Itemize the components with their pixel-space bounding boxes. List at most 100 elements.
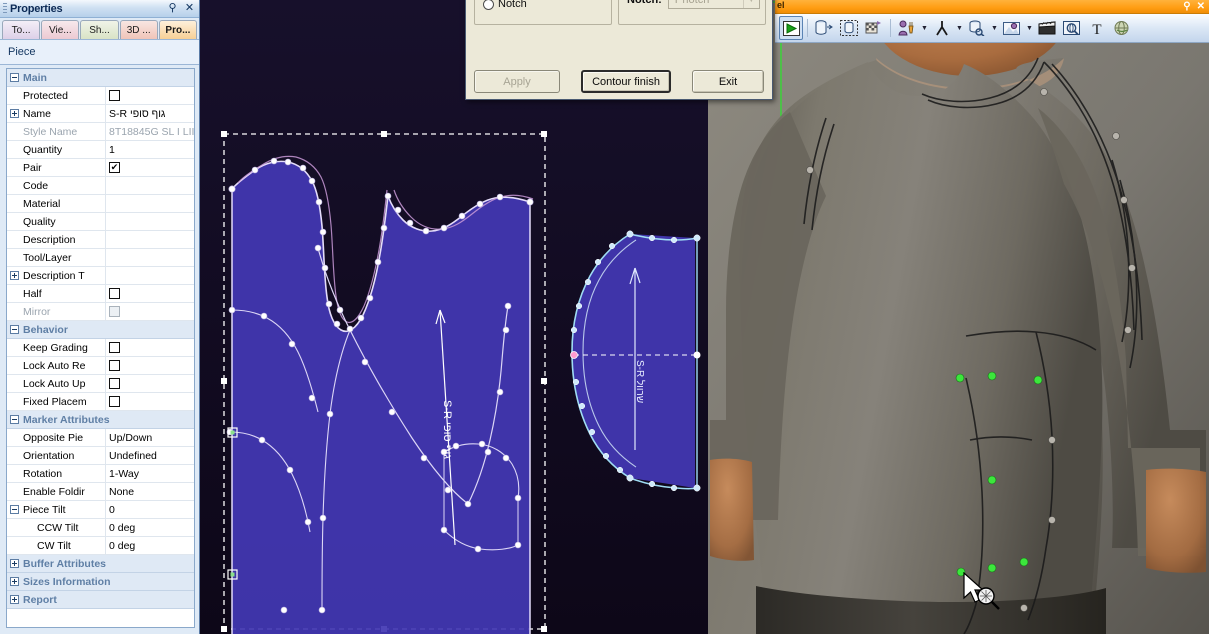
avatar-image-button[interactable]	[1000, 16, 1024, 40]
checkbox-unchecked-icon[interactable]	[109, 396, 120, 407]
checkbox-unchecked-icon[interactable]	[109, 90, 120, 101]
property-row[interactable]: Rotation 1-Way	[7, 465, 194, 483]
property-row[interactable]: Fixed Placem	[7, 393, 194, 411]
property-value[interactable]: Undefined	[106, 447, 194, 464]
property-value[interactable]: Up/Down	[106, 429, 194, 446]
property-group-header[interactable]: Buffer Attributes	[7, 555, 194, 573]
property-value[interactable]: 1-Way	[106, 465, 194, 482]
property-value[interactable]	[106, 375, 194, 392]
property-value[interactable]: None	[106, 483, 194, 500]
expander-toggle-icon[interactable]	[7, 321, 21, 338]
property-value[interactable]	[106, 285, 194, 302]
property-value[interactable]	[106, 195, 194, 212]
property-value[interactable]	[106, 87, 194, 104]
property-value[interactable]	[106, 267, 194, 284]
avatar-tools-button[interactable]	[895, 16, 919, 40]
place-piece-button[interactable]	[812, 16, 836, 40]
property-row[interactable]: Description	[7, 231, 194, 249]
property-value[interactable]: 0 deg	[106, 537, 194, 554]
property-value[interactable]: S-R גוף סופי	[106, 105, 194, 122]
apply-texture-button[interactable]	[862, 16, 886, 40]
checkbox-unchecked-icon[interactable]	[109, 378, 120, 389]
panel-tabstrip[interactable]: To... Vie... Sh... 3D ... Pro...	[0, 18, 199, 39]
property-row[interactable]: Enable Foldir None	[7, 483, 194, 501]
expander-toggle-icon[interactable]	[7, 411, 21, 428]
expander-toggle-icon[interactable]	[7, 69, 21, 86]
property-value[interactable]: ✔	[106, 159, 194, 176]
checkbox-unchecked-icon[interactable]	[109, 360, 120, 371]
property-row[interactable]: Pair ✔	[7, 159, 194, 177]
panel-tab-0[interactable]: To...	[2, 20, 41, 39]
checkbox-unchecked-icon[interactable]	[109, 342, 120, 353]
property-row[interactable]: CW Tilt 0 deg	[7, 537, 194, 555]
drape-settings-button[interactable]	[965, 16, 989, 40]
property-value[interactable]: 0 deg	[106, 519, 194, 536]
property-value[interactable]	[106, 249, 194, 266]
property-value[interactable]	[106, 303, 194, 320]
close-icon[interactable]: ✕	[183, 1, 196, 15]
property-row[interactable]: Opposite Pie Up/Down	[7, 429, 194, 447]
property-row[interactable]: Protected	[7, 87, 194, 105]
animation-button[interactable]	[1035, 16, 1059, 40]
property-value[interactable]	[106, 357, 194, 374]
panel-tab-1[interactable]: Vie...	[41, 20, 80, 39]
property-row[interactable]: Lock Auto Up	[7, 375, 194, 393]
notch-type-select[interactable]: T notch ▼	[667, 0, 760, 9]
property-value[interactable]	[106, 393, 194, 410]
pose-button[interactable]	[930, 16, 954, 40]
property-group-header[interactable]: Behavior	[7, 321, 194, 339]
property-row[interactable]: Description T	[7, 267, 194, 285]
property-value[interactable]: 8T18845G SL I LIII	[106, 123, 194, 140]
property-value[interactable]	[106, 213, 194, 230]
property-row[interactable]: Material	[7, 195, 194, 213]
property-row[interactable]: Piece Tilt 0	[7, 501, 194, 519]
chevron-down-icon[interactable]: ▼	[955, 17, 964, 39]
property-row[interactable]: Keep Grading	[7, 339, 194, 357]
property-row[interactable]: Half	[7, 285, 194, 303]
panel-tab-3[interactable]: 3D ...	[119, 20, 158, 39]
notch-dialog[interactable]: Button Notch Curve Non Curve	[465, 0, 773, 100]
checkbox-checked-icon[interactable]: ✔	[109, 162, 120, 173]
render-preview-button[interactable]	[1060, 16, 1084, 40]
expander-toggle-icon[interactable]	[7, 555, 21, 572]
property-row[interactable]: Orientation Undefined	[7, 447, 194, 465]
pin-icon[interactable]: ⚲	[166, 1, 179, 15]
viewport-3d[interactable]	[708, 0, 1209, 634]
property-value[interactable]: 1	[106, 141, 194, 158]
property-row[interactable]: Code	[7, 177, 194, 195]
pin-icon[interactable]: ⚲	[1183, 1, 1190, 12]
property-value[interactable]	[106, 177, 194, 194]
property-value[interactable]	[106, 339, 194, 356]
select-region-button[interactable]	[837, 16, 861, 40]
chevron-down-icon[interactable]: ▼	[742, 0, 759, 8]
checkbox-unchecked-icon[interactable]	[109, 288, 120, 299]
property-row[interactable]: Tool/Layer	[7, 249, 194, 267]
close-icon[interactable]: ✕	[1197, 1, 1205, 12]
property-group-header[interactable]: Report	[7, 591, 194, 609]
text-tool-button[interactable]: T	[1085, 16, 1109, 40]
property-row[interactable]: CCW Tilt 0 deg	[7, 519, 194, 537]
run-simulation-button[interactable]	[779, 16, 803, 40]
property-grid[interactable]: Main Protected Name S-R גוף סופי Style Name 8…	[6, 68, 195, 628]
expander-toggle-icon[interactable]	[7, 267, 21, 284]
property-group-header[interactable]: Sizes Information	[7, 573, 194, 591]
property-row[interactable]: Mirror	[7, 303, 194, 321]
property-value[interactable]: 0	[106, 501, 194, 518]
chevron-down-icon[interactable]: ▼	[920, 17, 929, 39]
property-row[interactable]: Quantity 1	[7, 141, 194, 159]
property-row[interactable]: Lock Auto Re	[7, 357, 194, 375]
property-row[interactable]: Name S-R גוף סופי	[7, 105, 194, 123]
chevron-down-icon[interactable]: ▼	[1025, 17, 1034, 39]
exit-button[interactable]: Exit	[692, 70, 764, 93]
panel-tab-4[interactable]: Pro...	[158, 20, 198, 39]
radio-notch-option[interactable]: Notch	[483, 0, 611, 10]
property-row[interactable]: Quality	[7, 213, 194, 231]
chevron-down-icon[interactable]: ▼	[990, 17, 999, 39]
property-group-header[interactable]: Main	[7, 69, 194, 87]
checkbox-unchecked-icon[interactable]	[109, 306, 120, 317]
property-value[interactable]	[106, 231, 194, 248]
expander-toggle-icon[interactable]	[7, 591, 21, 608]
expander-toggle-icon[interactable]	[7, 501, 21, 518]
globe-view-button[interactable]	[1110, 16, 1134, 40]
property-group-header[interactable]: Marker Attributes	[7, 411, 194, 429]
